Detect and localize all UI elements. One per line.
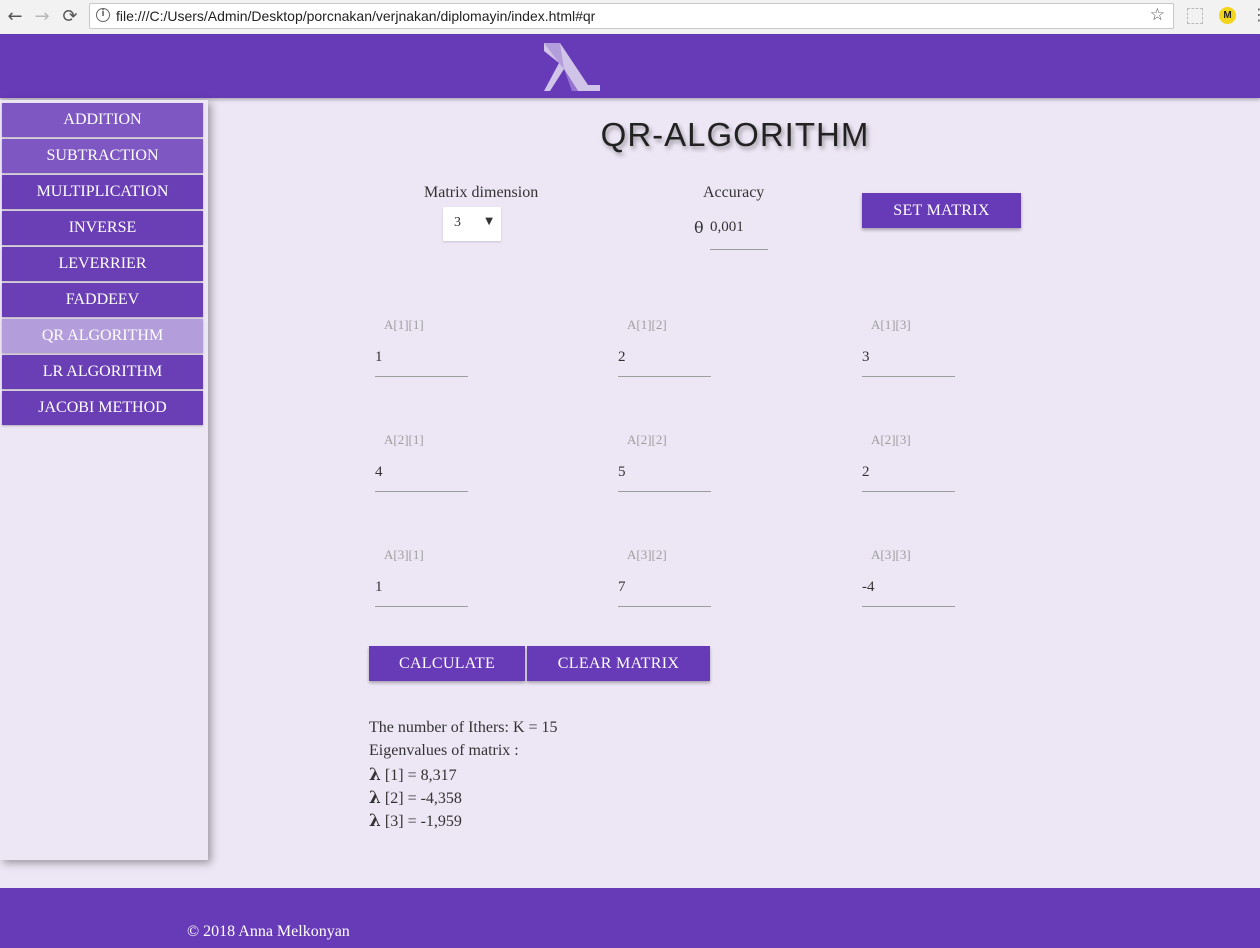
browser-menu-icon[interactable]: ⋮ <box>1251 5 1260 24</box>
cell-label: A[2][1] <box>384 432 424 447</box>
sidebar-item-lr-algorithm[interactable]: LR ALGORITHM <box>2 355 203 389</box>
matrix-cell-input[interactable]: 2 <box>862 462 955 492</box>
browser-toolbar: ← → ⟳ i file:///C:/Users/Admin/Desktop/p… <box>0 0 1260 35</box>
sidebar-item-faddeev[interactable]: FADDEEV <box>2 283 203 317</box>
matrix-cell-input[interactable]: 1 <box>375 347 468 377</box>
lambda-logo-icon <box>544 43 600 91</box>
copyright-text: © 2018 Anna Melkonyan <box>187 923 350 940</box>
eigenvalues-header: Eigenvalues of matrix : <box>369 742 519 759</box>
matrix-cell-input[interactable]: 1 <box>375 577 468 607</box>
extension-icon[interactable] <box>1187 8 1203 24</box>
matrix-cell-input[interactable]: 5 <box>618 462 711 492</box>
cell-label: A[1][2] <box>627 317 667 332</box>
calculate-button[interactable]: CALCULATE <box>369 646 525 681</box>
sidebar-item-qr-algorithm[interactable]: QR ALGORITHM <box>2 319 203 353</box>
sidebar-item-multiplication[interactable]: MULTIPLICATION <box>2 175 203 209</box>
extension-m-icon[interactable]: M <box>1219 7 1236 24</box>
theta-symbol: θ <box>694 218 704 237</box>
lambda-symbol: λ <box>369 765 381 785</box>
matrix-cell-input[interactable]: 7 <box>618 577 711 607</box>
reload-icon[interactable]: ⟳ <box>59 6 81 28</box>
dimension-select[interactable]: 3 ▼ <box>443 207 501 241</box>
iterations-text: The number of Ithers: K = 15 <box>369 719 558 736</box>
clear-matrix-button[interactable]: CLEAR MATRIX <box>527 646 710 681</box>
set-matrix-button[interactable]: SET MATRIX <box>862 193 1021 228</box>
dropdown-arrow-icon: ▼ <box>485 216 493 227</box>
eigenvalue-row: λ [2] = -4,358 <box>369 788 462 808</box>
url-text[interactable]: file:///C:/Users/Admin/Desktop/porcnakan… <box>116 8 595 24</box>
matrix-cell-input[interactable]: 3 <box>862 347 955 377</box>
matrix-cell-input[interactable]: -4 <box>862 577 955 607</box>
dimension-value: 3 <box>454 215 461 230</box>
address-bar[interactable]: i file:///C:/Users/Admin/Desktop/porcnak… <box>89 3 1174 29</box>
matrix-cell-input[interactable]: 4 <box>375 462 468 492</box>
matrix-cell-input[interactable]: 2 <box>618 347 711 377</box>
lambda-symbol: λ <box>369 788 381 808</box>
eigenvalue-text: [3] = -1,959 <box>384 813 462 830</box>
cell-label: A[3][3] <box>871 547 911 562</box>
eigenvalue-row: λ [3] = -1,959 <box>369 811 462 831</box>
eigenvalue-row: λ [1] = 8,317 <box>369 765 457 785</box>
cell-label: A[2][3] <box>871 432 911 447</box>
accuracy-label: Accuracy <box>703 184 765 201</box>
page-title: QR-ALGORITHM <box>600 116 870 153</box>
sidebar-item-leverrier[interactable]: LEVERRIER <box>2 247 203 281</box>
dimension-label: Matrix dimension <box>424 184 539 201</box>
sidebar-item-inverse[interactable]: INVERSE <box>2 211 203 245</box>
eigenvalue-text: [1] = 8,317 <box>384 767 457 784</box>
cell-label: A[3][2] <box>627 547 667 562</box>
eigenvalue-text: [2] = -4,358 <box>384 790 462 807</box>
cell-label: A[3][1] <box>384 547 424 562</box>
back-icon[interactable]: ← <box>4 6 26 28</box>
bookmark-star-icon[interactable]: ☆ <box>1150 5 1165 25</box>
info-icon[interactable]: i <box>96 8 110 22</box>
lambda-symbol: λ <box>369 811 381 831</box>
footer: © 2018 Anna Melkonyan <box>0 888 1260 948</box>
forward-icon[interactable]: → <box>31 6 53 28</box>
cell-label: A[2][2] <box>627 432 667 447</box>
sidebar-item-jacobi-method[interactable]: JACOBI METHOD <box>2 391 203 425</box>
cell-label: A[1][1] <box>384 317 424 332</box>
app-header <box>0 34 1260 98</box>
cell-label: A[1][3] <box>871 317 911 332</box>
sidebar: ADDITION SUBTRACTION MULTIPLICATION INVE… <box>0 100 208 860</box>
accuracy-input[interactable]: 0,001 <box>710 212 768 250</box>
